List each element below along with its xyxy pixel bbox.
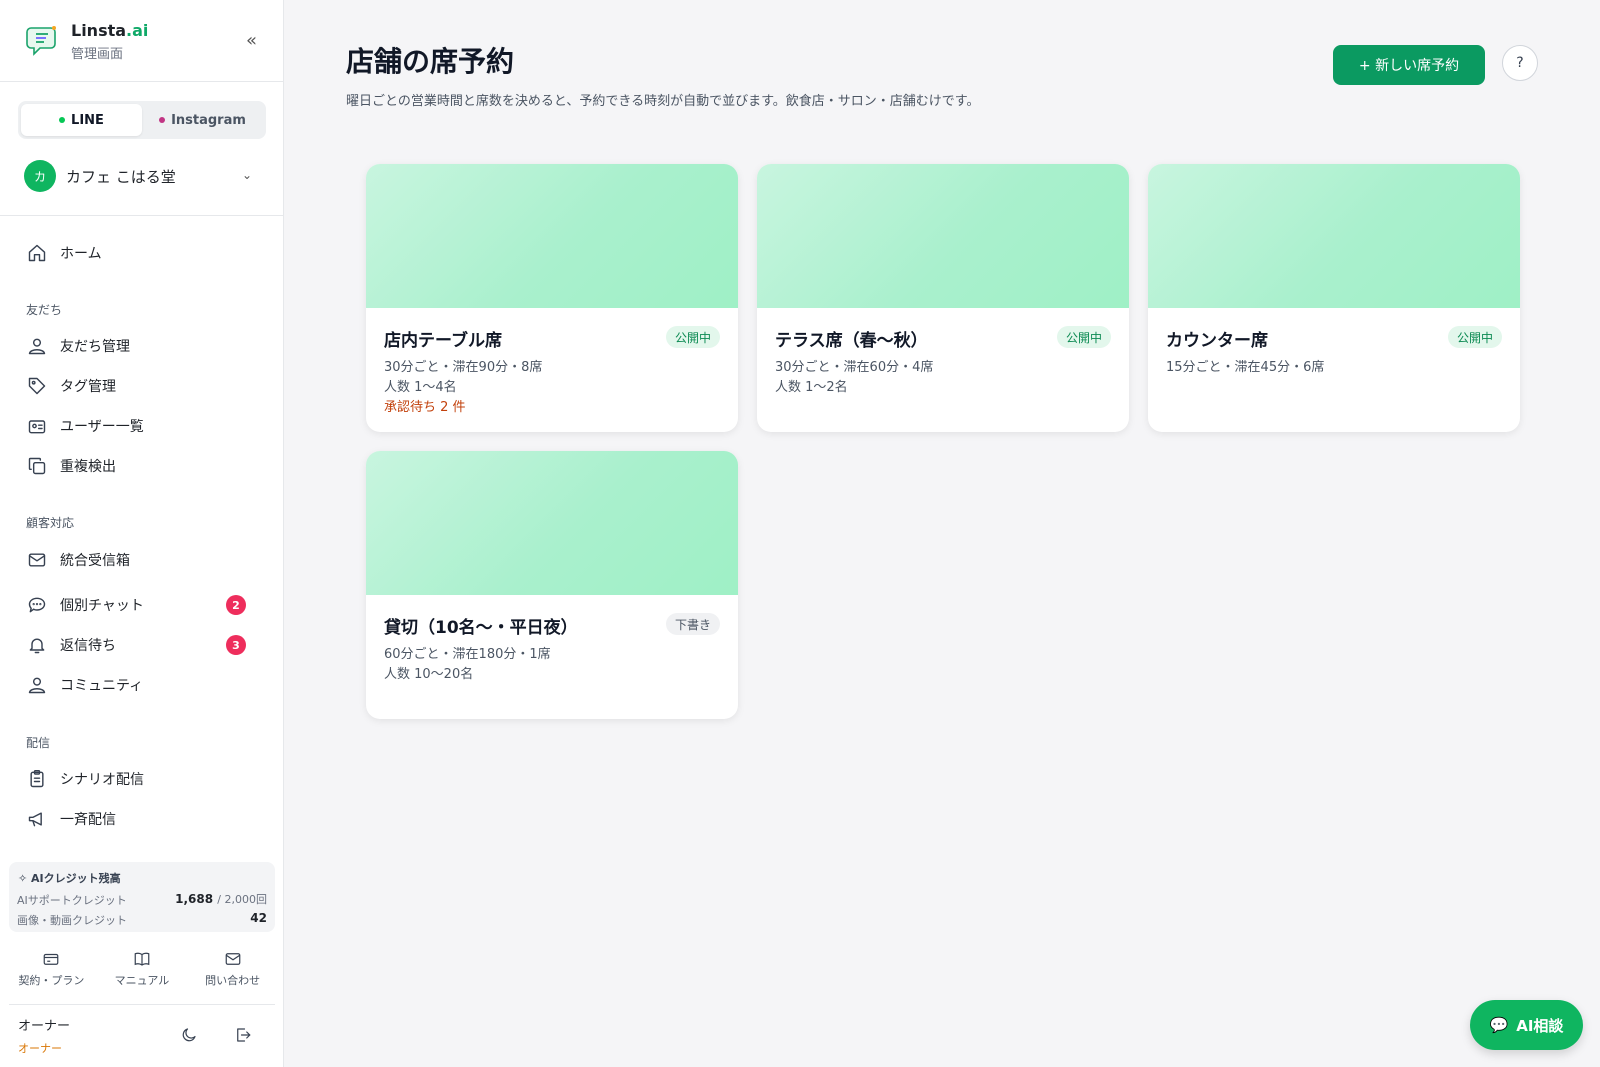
contact-link[interactable]: 問い合わせ bbox=[193, 950, 273, 988]
mail-icon bbox=[26, 549, 48, 571]
collapse-sidebar-icon[interactable]: « bbox=[246, 30, 257, 51]
card-banner bbox=[366, 451, 738, 595]
chat-icon: 💬 bbox=[1489, 1016, 1509, 1034]
card-party-size: 人数 1〜2名 bbox=[775, 380, 848, 395]
credit-title: ✧ AIクレジット残高 bbox=[18, 872, 121, 885]
ai-credit-panel: ✧ AIクレジット残高 AIサポートクレジット 1,688 / 2,000回 画… bbox=[9, 862, 275, 932]
sidebar-item-community[interactable]: コミュニティ bbox=[26, 670, 266, 700]
brand-logo-icon bbox=[26, 26, 56, 56]
credit-support-row: AIサポートクレジット 1,688 / 2,000回 bbox=[17, 892, 267, 907]
sidebar-item-user-list[interactable]: ユーザー一覧 bbox=[26, 411, 266, 441]
channel-line-tab[interactable]: LINE bbox=[21, 104, 142, 136]
sidebar-item-broadcast[interactable]: 一斉配信 bbox=[26, 804, 266, 834]
card-title: カウンター席 bbox=[1166, 331, 1268, 351]
line-dot-icon bbox=[59, 117, 66, 123]
user-name: オーナー bbox=[18, 1019, 71, 1034]
ai-consult-button[interactable]: 💬 AI相談 bbox=[1470, 1000, 1583, 1050]
reservation-card[interactable]: 店内テーブル席 公開中 30分ごと・滞在90分・8席 人数 1〜4名 承認待ち … bbox=[366, 164, 738, 432]
card-party-size: 人数 10〜20名 bbox=[384, 667, 474, 682]
card-banner bbox=[757, 164, 1129, 308]
unread-badge: 2 bbox=[226, 595, 246, 615]
card-pending: 承認待ち 2 件 bbox=[384, 400, 466, 415]
divider bbox=[0, 215, 284, 216]
status-badge: 公開中 bbox=[1056, 326, 1111, 348]
copy-icon bbox=[26, 455, 48, 477]
account-selector[interactable]: カ カフェ こはる堂 ⌄ bbox=[18, 158, 266, 194]
account-name: カフェ こはる堂 bbox=[66, 167, 176, 186]
card-party-size: 人数 1〜4名 bbox=[384, 380, 457, 395]
tag-icon bbox=[26, 375, 48, 397]
logout-button[interactable] bbox=[234, 1026, 252, 1048]
brand-name: Linsta.ai bbox=[71, 21, 149, 40]
help-button[interactable]: ? bbox=[1502, 45, 1538, 81]
community-icon bbox=[26, 674, 48, 696]
chat-bubble-icon bbox=[26, 594, 48, 616]
page-description: 曜日ごとの営業時間と席数を決めると、予約できる時刻が自動で並びます。飲食店・サロ… bbox=[346, 94, 980, 109]
account-avatar: カ bbox=[24, 160, 56, 192]
card-schedule: 30分ごと・滞在60分・4席 bbox=[775, 360, 934, 375]
megaphone-icon bbox=[26, 808, 48, 830]
id-card-icon bbox=[26, 415, 48, 437]
envelope-icon bbox=[225, 953, 240, 965]
plan-link[interactable]: 契約・プラン bbox=[11, 950, 91, 988]
user-role: オーナー bbox=[18, 1042, 62, 1055]
status-badge: 公開中 bbox=[1447, 326, 1502, 348]
home-icon bbox=[26, 242, 48, 264]
credit-media-row: 画像・動画クレジット 42 bbox=[17, 911, 267, 927]
dark-mode-toggle[interactable] bbox=[180, 1026, 198, 1048]
sidebar-item-awaiting-reply[interactable]: 返信待ち 3 bbox=[26, 630, 266, 660]
moon-icon bbox=[182, 1028, 196, 1042]
card-banner bbox=[366, 164, 738, 308]
sidebar-item-inbox[interactable]: 統合受信箱 bbox=[26, 545, 266, 575]
reservation-card[interactable]: テラス席（春〜秋） 公開中 30分ごと・滞在60分・4席 人数 1〜2名 bbox=[757, 164, 1129, 432]
logout-icon bbox=[237, 1028, 251, 1042]
waiting-badge: 3 bbox=[226, 635, 246, 655]
sidebar-item-scenario[interactable]: シナリオ配信 bbox=[26, 764, 266, 794]
card-schedule: 30分ごと・滞在90分・8席 bbox=[384, 360, 543, 375]
card-title: 貸切（10名〜・平日夜） bbox=[384, 618, 578, 638]
section-label-customer: 顧客対応 bbox=[26, 516, 75, 530]
users-icon bbox=[26, 335, 48, 357]
reservation-card[interactable]: カウンター席 公開中 15分ごと・滞在45分・6席 bbox=[1148, 164, 1520, 432]
sidebar-item-chat[interactable]: 個別チャット 2 bbox=[26, 590, 266, 620]
brand-subtitle: 管理画面 bbox=[71, 47, 124, 62]
page-title: 店舗の席予約 bbox=[346, 45, 515, 78]
section-label-friends: 友だち bbox=[26, 303, 63, 317]
sidebar-footer-links: 契約・プラン マニュアル 問い合わせ bbox=[0, 950, 284, 988]
channel-toggle: LINE Instagram bbox=[18, 101, 266, 139]
card-title: 店内テーブル席 bbox=[384, 331, 502, 351]
card-schedule: 60分ごと・滞在180分・1席 bbox=[384, 647, 551, 662]
sidebar-item-duplicates[interactable]: 重複検出 bbox=[26, 451, 266, 481]
instagram-dot-icon bbox=[159, 117, 166, 123]
sidebar-item-friends[interactable]: 友だち管理 bbox=[26, 331, 266, 361]
card-schedule: 15分ごと・滞在45分・6席 bbox=[1166, 360, 1325, 375]
new-reservation-button[interactable]: + 新しい席予約 bbox=[1333, 45, 1485, 85]
sidebar-item-tags[interactable]: タグ管理 bbox=[26, 371, 266, 401]
status-badge: 公開中 bbox=[665, 326, 720, 348]
divider bbox=[9, 1004, 275, 1005]
sidebar-item-home[interactable]: ホーム bbox=[26, 238, 266, 268]
credit-card-icon bbox=[43, 953, 59, 965]
clipboard-list-icon bbox=[26, 768, 48, 790]
book-icon bbox=[134, 952, 150, 966]
channel-instagram-tab[interactable]: Instagram bbox=[142, 104, 263, 136]
sidebar: Linsta.ai 管理画面 « LINE Instagram カ カフェ こは… bbox=[0, 0, 284, 1067]
bell-icon bbox=[26, 634, 48, 656]
status-badge: 下書き bbox=[665, 613, 720, 635]
card-title: テラス席（春〜秋） bbox=[775, 331, 928, 351]
section-label-delivery: 配信 bbox=[26, 736, 51, 750]
chevron-down-icon: ⌄ bbox=[241, 168, 252, 182]
manual-link[interactable]: マニュアル bbox=[102, 950, 182, 988]
reservation-card[interactable]: 貸切（10名〜・平日夜） 下書き 60分ごと・滞在180分・1席 人数 10〜2… bbox=[366, 451, 738, 719]
brand-header: Linsta.ai 管理画面 « bbox=[0, 0, 283, 82]
card-banner bbox=[1148, 164, 1520, 308]
